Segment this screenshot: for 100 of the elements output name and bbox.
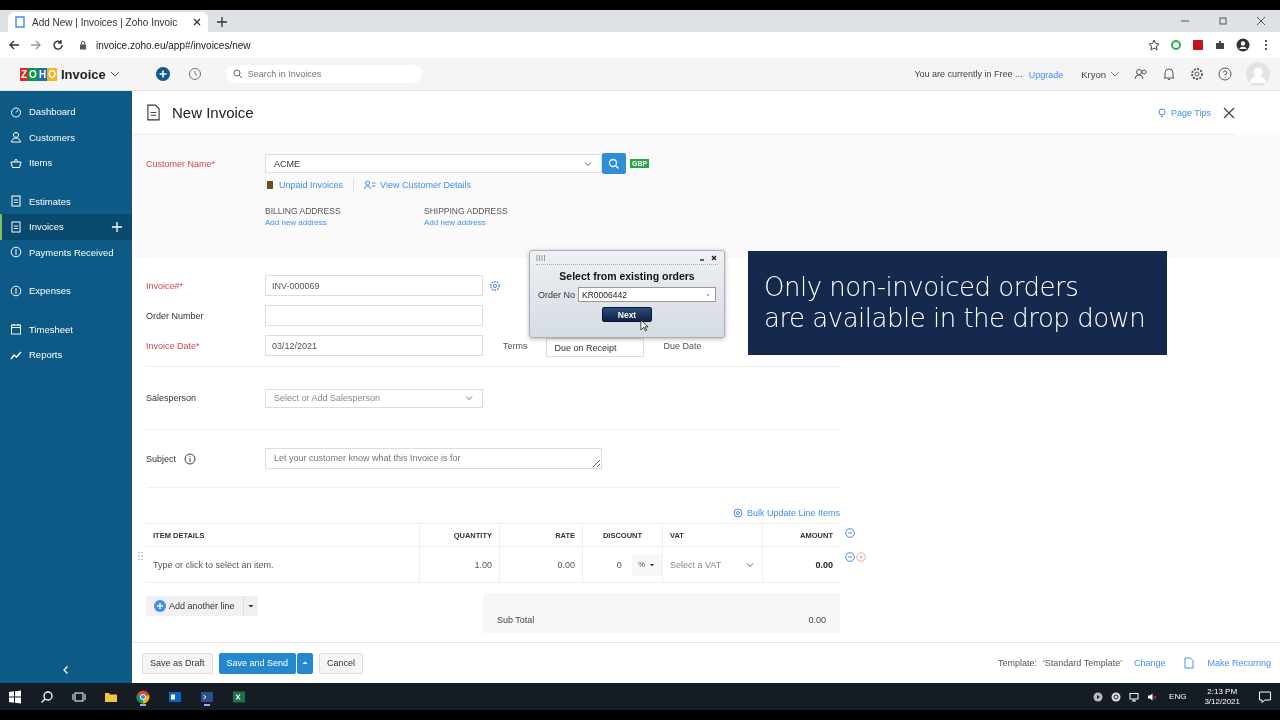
pdf-icon[interactable] [1192, 39, 1204, 51]
save-draft-button[interactable]: Save as Draft [142, 652, 213, 674]
sidebar-item[interactable]: Payments Received [0, 239, 132, 265]
help-icon[interactable] [1218, 67, 1232, 81]
customer-select[interactable]: ACME [265, 154, 602, 173]
task-view-icon[interactable] [72, 689, 86, 704]
vat-select[interactable]: Select a VAT [663, 547, 763, 582]
browser-icon[interactable] [136, 689, 150, 704]
history-icon[interactable] [187, 67, 202, 81]
settings-icon[interactable] [489, 279, 501, 292]
organization-menu[interactable]: Kryon [1081, 68, 1106, 80]
basket-icon [10, 156, 22, 169]
drag-handle-icon[interactable] [138, 551, 143, 561]
spreadsheet-icon[interactable] [232, 689, 246, 704]
reload-icon[interactable] [52, 39, 64, 51]
subtotal-label: Sub Total [497, 615, 535, 625]
sidebar-item[interactable]: Reports [0, 342, 132, 368]
info-icon[interactable] [184, 452, 197, 465]
close-icon[interactable] [192, 17, 202, 27]
search-icon [232, 69, 243, 79]
close-icon[interactable] [1223, 106, 1235, 119]
sidebar-item[interactable]: Estimates [0, 188, 132, 214]
order-number-select[interactable]: KR0006442 [578, 287, 716, 302]
page-tips-link[interactable]: Page Tips [1156, 107, 1211, 118]
add-icon[interactable] [112, 221, 122, 232]
collapse-icon[interactable] [61, 665, 71, 675]
dropdown-button[interactable] [297, 652, 314, 674]
shipping-address-heading: SHIPPING ADDRESS [424, 206, 509, 216]
sidebar-item[interactable]: Items [0, 150, 132, 176]
network-icon[interactable] [1129, 691, 1140, 702]
app-logo[interactable]: ZOHO Invoice [20, 66, 120, 82]
settings-icon[interactable] [1190, 67, 1204, 81]
rate-field[interactable]: 0.00 [500, 547, 583, 582]
lock-icon [78, 40, 88, 50]
search-icon [608, 157, 620, 170]
sidebar-item[interactable]: Expenses [0, 278, 132, 304]
mail-icon[interactable] [168, 689, 182, 704]
input-field[interactable] [265, 305, 483, 326]
search-icon[interactable] [1111, 691, 1122, 702]
discount-field[interactable]: 0 [616, 559, 622, 570]
input-field[interactable]: 03/12/2021 [265, 335, 483, 356]
doc-icon [10, 220, 22, 233]
browser-tab[interactable]: Add New | Invoices | Zoho Invoic [8, 12, 208, 32]
search-icon[interactable] [40, 689, 54, 704]
chevron-down-icon[interactable] [109, 69, 120, 79]
amount-cell-text: 0.00 [814, 558, 834, 572]
caret-icon [301, 659, 310, 667]
cursor-icon [640, 319, 649, 332]
forward-icon[interactable] [30, 39, 42, 51]
search-field[interactable]: Search in Invoices [225, 65, 422, 83]
terminal-icon[interactable] [200, 689, 214, 704]
chevron-down-icon[interactable] [1110, 69, 1120, 79]
salesperson-select[interactable]: Select or Add Salesperson [265, 388, 483, 408]
close-icon[interactable] [710, 254, 718, 262]
more-icon[interactable] [845, 528, 855, 538]
field-label: Invoice Date* [146, 340, 201, 351]
subject-field[interactable]: Let your customer know what this Invoice is for [265, 448, 602, 469]
sidebar-item[interactable]: Invoices [0, 214, 132, 240]
speaker-muted-icon[interactable] [1147, 691, 1158, 702]
subtotal-value: 0.00 [808, 615, 826, 625]
next-button[interactable]: Next [602, 307, 652, 322]
coin-icon [10, 246, 22, 259]
users-icon[interactable] [1134, 67, 1148, 81]
start-icon[interactable] [8, 689, 22, 704]
input-field[interactable]: INV-000069 [265, 275, 483, 296]
template-label: Template: [998, 658, 1038, 668]
search-button[interactable] [602, 153, 626, 174]
bulk-update-link[interactable]: Bulk Update Line Items [732, 508, 840, 518]
sidebar-item[interactable]: Timesheet [0, 316, 132, 342]
ring-icon[interactable] [1170, 39, 1182, 51]
back-icon[interactable] [8, 39, 20, 51]
media-icon[interactable] [1093, 691, 1104, 702]
quantity-field[interactable]: 1.00 [420, 547, 500, 582]
add-icon [154, 600, 166, 612]
language-indicator[interactable]: ENG [1169, 692, 1187, 701]
field-label: Invoice#* [146, 280, 185, 291]
save-and-send-button[interactable]: Save and Send [218, 652, 297, 674]
cancel-button[interactable]: Cancel [319, 652, 364, 674]
lightbulb-icon [1156, 107, 1167, 118]
field-label: Customer Name* [146, 158, 217, 169]
dialog-title: Select from existing orders [559, 270, 695, 282]
billing-address-heading: BILLING ADDRESS [265, 206, 342, 216]
discount-unit-select[interactable]: % [631, 553, 662, 576]
bell-icon[interactable] [1162, 67, 1176, 81]
star-icon[interactable] [1148, 39, 1160, 51]
caret-icon [246, 602, 255, 610]
profile-icon[interactable] [1236, 38, 1250, 52]
sidebar-item[interactable]: Dashboard [0, 99, 132, 125]
more-icon[interactable] [845, 552, 855, 562]
restore-icon[interactable] [1218, 16, 1228, 26]
clock[interactable]: 2:13 PM 3/12/2021 [1204, 686, 1240, 707]
drag-grip-icon[interactable] [536, 254, 546, 262]
add-line-button[interactable]: Add another line [146, 596, 243, 616]
terms-select[interactable]: Due on Receipt [545, 338, 644, 357]
notification-icon[interactable] [1258, 689, 1272, 704]
add-icon[interactable] [155, 67, 170, 81]
item-field[interactable]: Type or click to select an item. [146, 547, 420, 582]
sidebar-item[interactable]: Customers [0, 124, 132, 150]
new-tab-icon[interactable] [216, 16, 228, 28]
document-icon [147, 104, 160, 121]
